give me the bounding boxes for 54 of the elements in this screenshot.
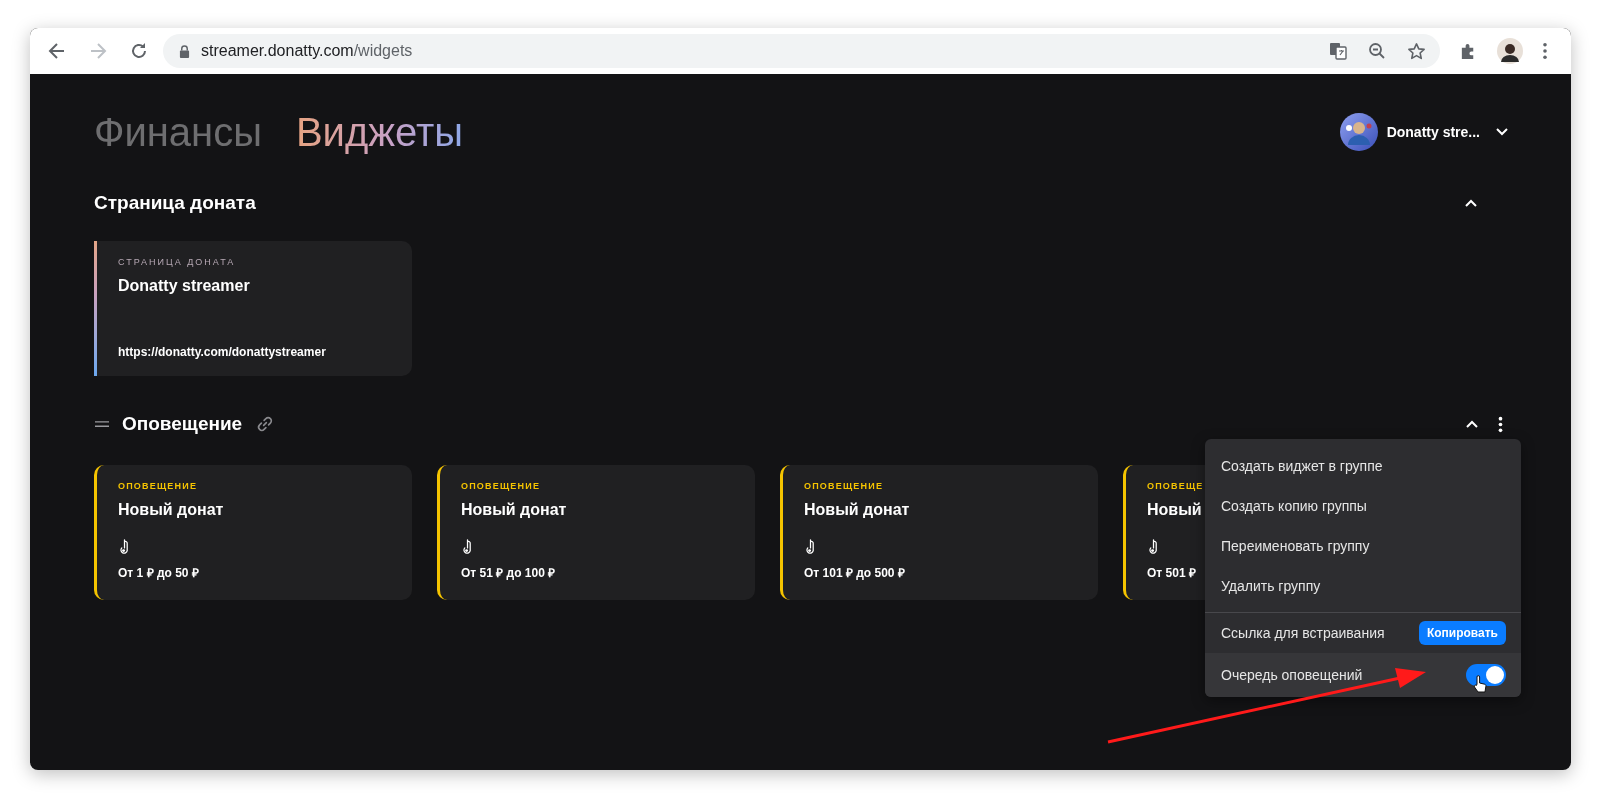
chevron-down-icon[interactable] [1495,127,1509,137]
lock-icon [179,44,190,58]
translate-icon[interactable] [1329,42,1347,60]
hand-cursor-icon [1473,675,1487,693]
nav-tab[interactable]: Финансы [94,108,262,156]
card-title: Новый донат [118,501,224,519]
hand-icon [118,538,131,556]
toggle-switch[interactable] [1466,664,1506,686]
widget-card[interactable]: СТРАНИЦА ДОНАТА Donatty streamer https://donatty.com/donattystreamer [94,241,412,376]
more-icon[interactable] [1498,415,1503,433]
section-title: Оповещение [122,413,243,435]
hand-icon [461,538,474,556]
user-name[interactable]: Donatty stre... [1386,124,1480,140]
link-icon[interactable] [256,415,275,433]
menu-item[interactable]: Переименовать группу [1205,526,1521,566]
amount-range: От 101 ₽ до 500 ₽ [804,565,905,581]
menu-item[interactable]: Удалить группу [1205,566,1521,606]
card-title: Donatty streamer [118,277,250,295]
card-label: СТРАНИЦА ДОНАТА [118,256,236,268]
widget-card[interactable]: ОПОВЕЩЕНИЕ Новый донат От 51 ₽ до 100 ₽ [437,465,755,600]
menu-icon[interactable] [1542,42,1548,60]
card-label: ОПОВЕЩЕНИЕ [118,480,198,492]
queue-label: Очередь оповещений [1221,667,1363,683]
widget-card[interactable]: ОПОВЕЩЕНИЕ Новый донат От 101 ₽ до 500 ₽ [780,465,1098,600]
card-title: Новый донат [461,501,567,519]
section-title: Страница доната [94,192,256,214]
menu-item[interactable]: Создать виджет в группе [1205,446,1521,486]
copy-button[interactable]: Копировать [1418,621,1506,645]
reload-icon[interactable] [129,41,149,61]
address-bar[interactable]: streamer.donatty.com/widgets [163,34,1440,68]
url-text: streamer.donatty.com/widgets [201,42,413,60]
drag-handle-icon[interactable] [94,420,110,428]
star-icon[interactable] [1407,41,1426,61]
amount-range: От 1 ₽ до 50 ₽ [118,565,199,581]
embed-link-label: Ссылка для встраивания [1221,625,1385,641]
chevron-up-icon[interactable] [1464,198,1478,208]
card-title: Новый донат [804,501,910,519]
menu-item[interactable]: Создать копию группы [1205,486,1521,526]
zoom-out-icon[interactable] [1368,42,1386,60]
avatar[interactable] [1339,113,1378,151]
profile-avatar[interactable] [1497,38,1523,64]
card-label: ОПОВЕЩЕ [1147,480,1204,492]
menu-toggle-row[interactable]: Очередь оповещений [1205,653,1521,697]
back-icon[interactable] [47,41,67,61]
card-label: ОПОВЕЩЕНИЕ [461,480,541,492]
card-label: ОПОВЕЩЕНИЕ [804,480,884,492]
chevron-up-icon[interactable] [1465,419,1479,429]
hand-icon [1147,538,1160,556]
page-url: https://donatty.com/donattystreamer [118,345,326,359]
amount-range: От 501 ₽ [1147,565,1196,581]
card-title: Новый [1147,501,1202,519]
amount-range: От 51 ₽ до 100 ₽ [461,565,556,581]
widget-card[interactable]: ОПОВЕЩЕНИЕ Новый донат От 1 ₽ до 50 ₽ [94,465,412,600]
hand-icon [804,538,817,556]
